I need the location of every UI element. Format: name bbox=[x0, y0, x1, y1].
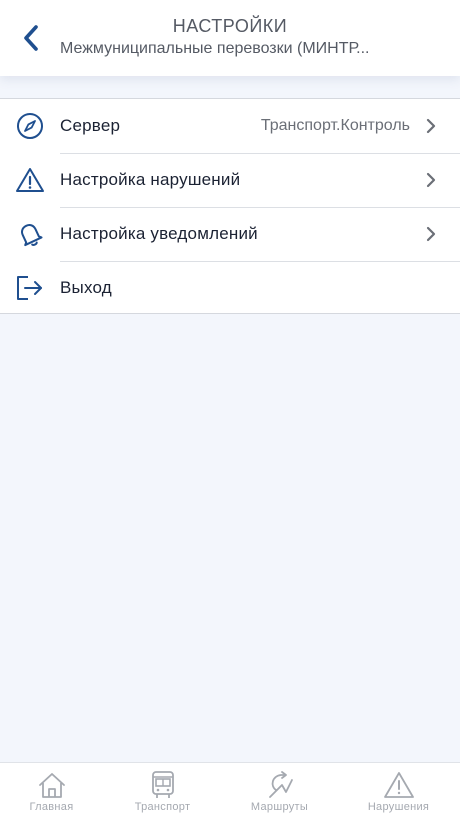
tab-violations[interactable]: Нарушения bbox=[341, 763, 456, 818]
menu-item-notifications-settings[interactable]: Настройка уведомлений bbox=[0, 207, 460, 261]
tab-bar: Главная Транспорт Маршруты Нарушения bbox=[0, 762, 460, 818]
compass-icon bbox=[14, 111, 46, 141]
warning-icon bbox=[341, 769, 456, 801]
menu-item-label: Настройка нарушений bbox=[60, 170, 241, 189]
page-subtitle: Межмуниципальные перевозки (МИНТР... bbox=[60, 40, 370, 57]
menu-item-violations-settings[interactable]: Настройка нарушений bbox=[0, 153, 460, 207]
tab-transport[interactable]: Транспорт bbox=[105, 763, 220, 818]
tab-label: Маршруты bbox=[250, 801, 309, 813]
menu-item-server[interactable]: Сервер Транспорт.Контроль bbox=[0, 99, 460, 153]
home-icon bbox=[0, 769, 109, 801]
warning-icon bbox=[14, 165, 46, 195]
chevron-right-icon bbox=[426, 226, 436, 242]
server-value: Транспорт.Контроль bbox=[260, 117, 410, 134]
bus-icon bbox=[105, 769, 220, 801]
bell-icon bbox=[14, 219, 46, 249]
tab-label: Главная bbox=[29, 801, 74, 813]
menu-item-label: Настройка уведомлений bbox=[60, 224, 258, 243]
menu-item-label: Сервер bbox=[60, 116, 121, 135]
header: НАСТРОЙКИ Межмуниципальные перевозки (МИ… bbox=[0, 0, 460, 76]
tab-label: Нарушения bbox=[367, 801, 430, 813]
page-title: НАСТРОЙКИ bbox=[172, 16, 288, 36]
settings-menu: Сервер Транспорт.Контроль Настройка нару… bbox=[0, 98, 460, 314]
tab-home[interactable]: Главная bbox=[0, 763, 109, 818]
menu-item-label: Выход bbox=[60, 278, 112, 297]
chevron-right-icon bbox=[426, 118, 436, 134]
chevron-right-icon bbox=[426, 172, 436, 188]
tab-routes[interactable]: Маршруты bbox=[222, 763, 337, 818]
menu-item-logout[interactable]: Выход bbox=[0, 261, 460, 315]
tab-label: Транспорт bbox=[134, 801, 191, 813]
route-icon bbox=[222, 769, 337, 801]
logout-icon bbox=[14, 273, 46, 303]
